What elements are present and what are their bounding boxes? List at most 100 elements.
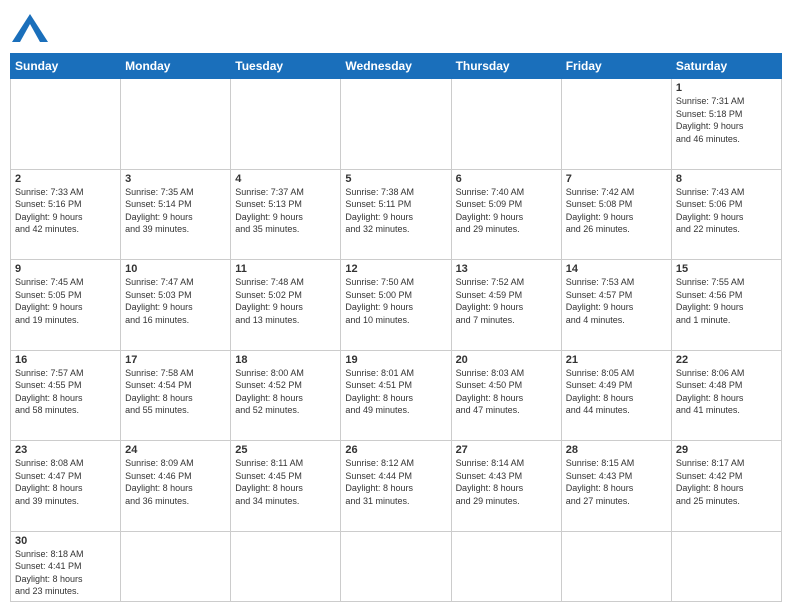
day-info: Sunrise: 7:52 AM Sunset: 4:59 PM Dayligh…	[456, 276, 557, 326]
calendar-header: SundayMondayTuesdayWednesdayThursdayFrid…	[11, 54, 782, 79]
logo	[10, 14, 48, 47]
calendar-cell: 16Sunrise: 7:57 AM Sunset: 4:55 PM Dayli…	[11, 350, 121, 441]
day-number: 6	[456, 173, 557, 185]
day-number: 19	[345, 354, 446, 366]
calendar-cell	[671, 531, 781, 601]
calendar-cell: 27Sunrise: 8:14 AM Sunset: 4:43 PM Dayli…	[451, 441, 561, 532]
day-number: 1	[676, 82, 777, 94]
calendar-table: SundayMondayTuesdayWednesdayThursdayFrid…	[10, 53, 782, 602]
day-number: 16	[15, 354, 116, 366]
day-number: 14	[566, 263, 667, 275]
day-info: Sunrise: 8:18 AM Sunset: 4:41 PM Dayligh…	[15, 548, 116, 598]
day-info: Sunrise: 8:01 AM Sunset: 4:51 PM Dayligh…	[345, 367, 446, 417]
calendar-week-row: 1Sunrise: 7:31 AM Sunset: 5:18 PM Daylig…	[11, 79, 782, 170]
calendar-cell: 8Sunrise: 7:43 AM Sunset: 5:06 PM Daylig…	[671, 169, 781, 260]
day-info: Sunrise: 8:00 AM Sunset: 4:52 PM Dayligh…	[235, 367, 336, 417]
calendar-cell	[11, 79, 121, 170]
day-info: Sunrise: 7:53 AM Sunset: 4:57 PM Dayligh…	[566, 276, 667, 326]
day-number: 28	[566, 444, 667, 456]
calendar-cell	[341, 79, 451, 170]
calendar-cell: 20Sunrise: 8:03 AM Sunset: 4:50 PM Dayli…	[451, 350, 561, 441]
calendar-cell: 9Sunrise: 7:45 AM Sunset: 5:05 PM Daylig…	[11, 260, 121, 351]
day-number: 21	[566, 354, 667, 366]
day-info: Sunrise: 8:11 AM Sunset: 4:45 PM Dayligh…	[235, 457, 336, 507]
calendar-cell: 1Sunrise: 7:31 AM Sunset: 5:18 PM Daylig…	[671, 79, 781, 170]
logo-text	[10, 14, 48, 47]
calendar-cell	[121, 79, 231, 170]
weekday-header-row: SundayMondayTuesdayWednesdayThursdayFrid…	[11, 54, 782, 79]
day-number: 15	[676, 263, 777, 275]
calendar-cell	[231, 531, 341, 601]
page: SundayMondayTuesdayWednesdayThursdayFrid…	[0, 0, 792, 612]
day-info: Sunrise: 8:12 AM Sunset: 4:44 PM Dayligh…	[345, 457, 446, 507]
day-info: Sunrise: 7:37 AM Sunset: 5:13 PM Dayligh…	[235, 186, 336, 236]
day-number: 12	[345, 263, 446, 275]
day-info: Sunrise: 8:14 AM Sunset: 4:43 PM Dayligh…	[456, 457, 557, 507]
day-info: Sunrise: 7:55 AM Sunset: 4:56 PM Dayligh…	[676, 276, 777, 326]
day-info: Sunrise: 8:15 AM Sunset: 4:43 PM Dayligh…	[566, 457, 667, 507]
calendar-cell: 15Sunrise: 7:55 AM Sunset: 4:56 PM Dayli…	[671, 260, 781, 351]
calendar-cell: 14Sunrise: 7:53 AM Sunset: 4:57 PM Dayli…	[561, 260, 671, 351]
day-number: 17	[125, 354, 226, 366]
day-number: 23	[15, 444, 116, 456]
day-number: 27	[456, 444, 557, 456]
calendar-cell: 22Sunrise: 8:06 AM Sunset: 4:48 PM Dayli…	[671, 350, 781, 441]
day-number: 7	[566, 173, 667, 185]
day-info: Sunrise: 7:43 AM Sunset: 5:06 PM Dayligh…	[676, 186, 777, 236]
weekday-header-wednesday: Wednesday	[341, 54, 451, 79]
day-number: 22	[676, 354, 777, 366]
calendar-cell: 30Sunrise: 8:18 AM Sunset: 4:41 PM Dayli…	[11, 531, 121, 601]
calendar-cell: 12Sunrise: 7:50 AM Sunset: 5:00 PM Dayli…	[341, 260, 451, 351]
day-info: Sunrise: 7:35 AM Sunset: 5:14 PM Dayligh…	[125, 186, 226, 236]
day-number: 26	[345, 444, 446, 456]
calendar-cell	[341, 531, 451, 601]
weekday-header-tuesday: Tuesday	[231, 54, 341, 79]
weekday-header-thursday: Thursday	[451, 54, 561, 79]
day-info: Sunrise: 8:08 AM Sunset: 4:47 PM Dayligh…	[15, 457, 116, 507]
day-number: 24	[125, 444, 226, 456]
day-info: Sunrise: 8:06 AM Sunset: 4:48 PM Dayligh…	[676, 367, 777, 417]
weekday-header-saturday: Saturday	[671, 54, 781, 79]
day-info: Sunrise: 8:17 AM Sunset: 4:42 PM Dayligh…	[676, 457, 777, 507]
day-number: 5	[345, 173, 446, 185]
calendar-week-row: 23Sunrise: 8:08 AM Sunset: 4:47 PM Dayli…	[11, 441, 782, 532]
calendar-week-row: 9Sunrise: 7:45 AM Sunset: 5:05 PM Daylig…	[11, 260, 782, 351]
calendar-cell: 21Sunrise: 8:05 AM Sunset: 4:49 PM Dayli…	[561, 350, 671, 441]
calendar-cell: 17Sunrise: 7:58 AM Sunset: 4:54 PM Dayli…	[121, 350, 231, 441]
weekday-header-sunday: Sunday	[11, 54, 121, 79]
header	[10, 10, 782, 47]
day-info: Sunrise: 7:31 AM Sunset: 5:18 PM Dayligh…	[676, 95, 777, 145]
calendar-cell: 13Sunrise: 7:52 AM Sunset: 4:59 PM Dayli…	[451, 260, 561, 351]
calendar-cell: 24Sunrise: 8:09 AM Sunset: 4:46 PM Dayli…	[121, 441, 231, 532]
calendar-cell: 28Sunrise: 8:15 AM Sunset: 4:43 PM Dayli…	[561, 441, 671, 532]
day-number: 20	[456, 354, 557, 366]
day-info: Sunrise: 8:03 AM Sunset: 4:50 PM Dayligh…	[456, 367, 557, 417]
calendar-cell: 5Sunrise: 7:38 AM Sunset: 5:11 PM Daylig…	[341, 169, 451, 260]
calendar-cell	[231, 79, 341, 170]
day-number: 13	[456, 263, 557, 275]
calendar-week-row: 30Sunrise: 8:18 AM Sunset: 4:41 PM Dayli…	[11, 531, 782, 601]
calendar-cell: 19Sunrise: 8:01 AM Sunset: 4:51 PM Dayli…	[341, 350, 451, 441]
calendar-cell: 3Sunrise: 7:35 AM Sunset: 5:14 PM Daylig…	[121, 169, 231, 260]
calendar-cell: 6Sunrise: 7:40 AM Sunset: 5:09 PM Daylig…	[451, 169, 561, 260]
calendar-cell	[451, 531, 561, 601]
day-info: Sunrise: 7:38 AM Sunset: 5:11 PM Dayligh…	[345, 186, 446, 236]
weekday-header-monday: Monday	[121, 54, 231, 79]
day-info: Sunrise: 7:57 AM Sunset: 4:55 PM Dayligh…	[15, 367, 116, 417]
weekday-header-friday: Friday	[561, 54, 671, 79]
day-info: Sunrise: 7:40 AM Sunset: 5:09 PM Dayligh…	[456, 186, 557, 236]
calendar-cell: 25Sunrise: 8:11 AM Sunset: 4:45 PM Dayli…	[231, 441, 341, 532]
calendar-cell: 18Sunrise: 8:00 AM Sunset: 4:52 PM Dayli…	[231, 350, 341, 441]
day-number: 18	[235, 354, 336, 366]
day-info: Sunrise: 7:33 AM Sunset: 5:16 PM Dayligh…	[15, 186, 116, 236]
day-number: 30	[15, 535, 116, 547]
day-number: 2	[15, 173, 116, 185]
calendar-cell: 10Sunrise: 7:47 AM Sunset: 5:03 PM Dayli…	[121, 260, 231, 351]
calendar-cell	[561, 531, 671, 601]
calendar-cell: 26Sunrise: 8:12 AM Sunset: 4:44 PM Dayli…	[341, 441, 451, 532]
calendar-week-row: 16Sunrise: 7:57 AM Sunset: 4:55 PM Dayli…	[11, 350, 782, 441]
day-number: 3	[125, 173, 226, 185]
day-number: 9	[15, 263, 116, 275]
calendar-cell	[121, 531, 231, 601]
logo-icon	[12, 14, 48, 42]
